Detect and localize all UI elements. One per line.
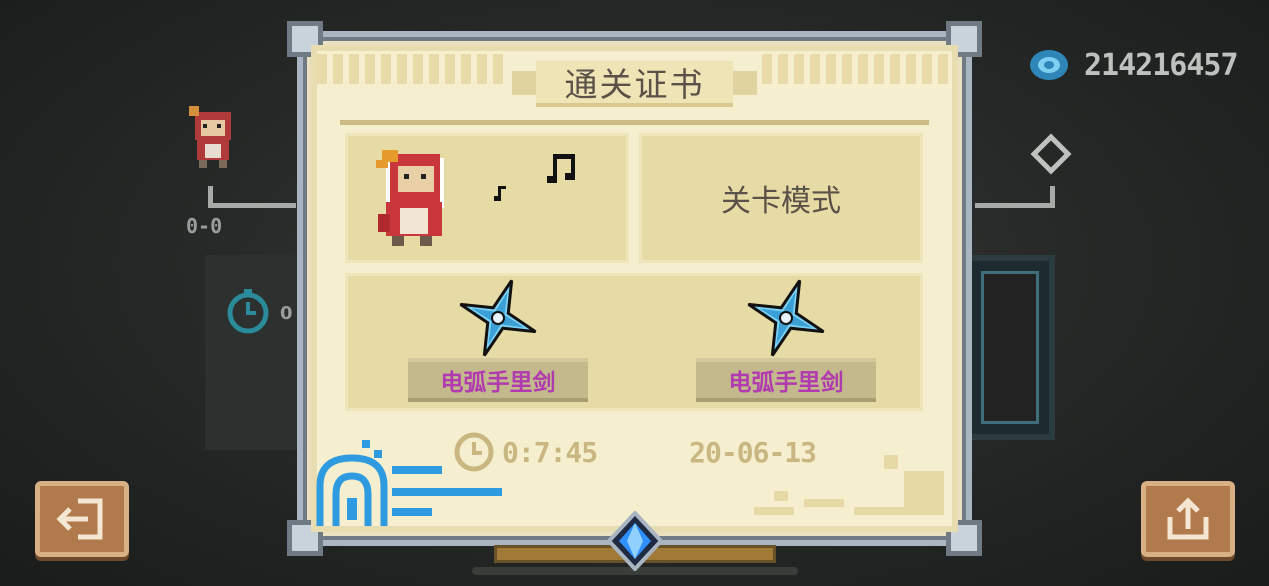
clock-icon bbox=[227, 289, 269, 334]
weapons-panel: 电弧手里剑 电弧手里剑 bbox=[345, 273, 923, 411]
weapon-tag: 电弧手里剑 bbox=[696, 358, 876, 402]
weapon-slot: 电弧手里剑 bbox=[398, 276, 598, 414]
level-bracket-right bbox=[975, 186, 1055, 208]
gem-icon bbox=[1030, 50, 1068, 80]
shuriken-icon bbox=[459, 279, 537, 357]
level-label: 0-0 bbox=[186, 214, 223, 238]
clear-certificate: 通关证书 关卡模式 电弧手里剑 电弧手里剑 0:7:45 20-06-13 bbox=[287, 21, 982, 575]
clear-time: 0:7:45 bbox=[502, 435, 598, 469]
shuriken-icon bbox=[747, 279, 825, 357]
wave-ornament-icon bbox=[316, 440, 502, 526]
ninja-hero-icon bbox=[376, 150, 575, 246]
share-button[interactable] bbox=[1141, 481, 1235, 557]
weapon-tag: 电弧手里剑 bbox=[408, 358, 588, 402]
weapon-name: 电弧手里剑 bbox=[440, 370, 556, 396]
currency-counter: 214216457 bbox=[1028, 44, 1239, 86]
mode-panel: 关卡模式 bbox=[639, 133, 923, 263]
exit-button[interactable] bbox=[35, 481, 129, 557]
game-mode-label: 关卡模式 bbox=[721, 184, 841, 219]
certificate-title: 通关证书 bbox=[564, 65, 705, 104]
weapon-slot: 电弧手里剑 bbox=[686, 276, 886, 414]
title-ribbon: 通关证书 bbox=[512, 61, 757, 111]
character-thumbnail-icon bbox=[189, 106, 231, 168]
share-icon bbox=[1167, 497, 1209, 540]
diamond-icon[interactable] bbox=[1030, 133, 1072, 175]
cloud-ornament-icon bbox=[754, 455, 944, 515]
title-divider bbox=[340, 120, 929, 125]
weapon-name: 电弧手里剑 bbox=[728, 370, 844, 396]
currency-amount: 214216457 bbox=[1084, 47, 1239, 83]
level-bracket-left bbox=[208, 186, 296, 208]
hero-panel bbox=[345, 133, 629, 263]
exit-icon bbox=[56, 498, 103, 540]
blue-crystal-icon bbox=[606, 511, 664, 571]
